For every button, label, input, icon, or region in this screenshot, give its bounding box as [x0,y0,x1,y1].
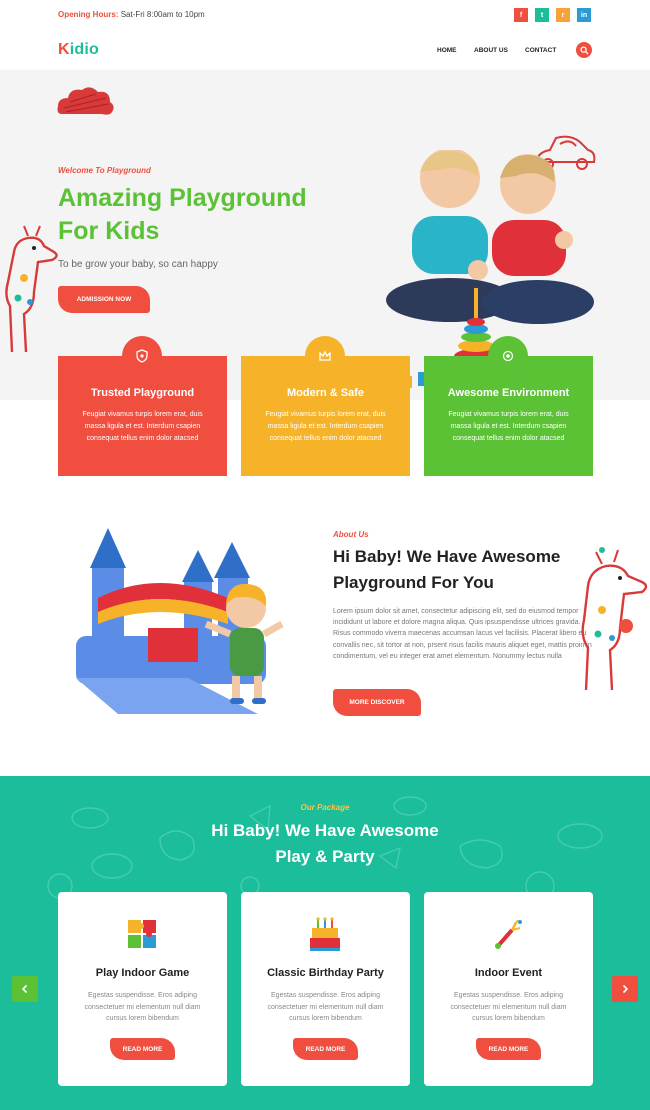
site-header: Kidio HOME ABOUT US CONTACT [0,32,650,70]
feature-card-modern: Modern & Safe Feugiat vivamus turpis lor… [241,336,410,476]
rss-icon[interactable]: r [556,8,570,22]
shield-icon [136,349,148,363]
package-card-indoor-event: Indoor Event Egestas suspendisse. Eros a… [424,892,593,1086]
feature-card-trusted: Trusted Playground Feugiat vivamus turpi… [58,336,227,476]
feature-text: Feugiat vivamus turpis lorem erat, duis … [82,411,203,442]
feature-title: Modern & Safe [286,387,364,399]
top-bar: Opening Hours: Sat-Fri 8:00am to 10pm f … [0,0,650,32]
search-button[interactable] [576,42,592,58]
feature-text: Feugiat vivamus turpis lorem erat, duis … [265,411,386,442]
admission-now-button[interactable]: ADMISSION NOW [58,286,150,313]
nav-about-us[interactable]: ABOUT US [474,47,508,54]
logo[interactable]: Kidio [58,41,99,59]
feature-text: Feugiat vivamus turpis lorem erat, duis … [448,411,569,442]
card-title: Indoor Event [474,967,543,979]
more-discover-button[interactable]: MORE DISCOVER [333,689,421,716]
firework-icon [495,919,522,949]
cloud-doodle [57,87,114,115]
search-icon [579,45,589,55]
package-title: Hi Baby! We Have Awesome Play & Party [0,818,650,870]
package-card-indoor-game: Play Indoor Game Egestas suspendisse. Er… [58,892,227,1086]
package-title-line2: Play & Party [275,847,375,866]
card-text: Egestas suspendisse. Eros adiping consec… [84,992,201,1022]
linkedin-icon[interactable]: in [577,8,591,22]
nav-home[interactable]: HOME [437,47,457,54]
card-text: Egestas suspendisse. Eros adiping consec… [450,992,567,1022]
opening-hours-value: Sat-Fri 8:00am to 10pm [120,10,205,19]
logo-first-letter: K [58,41,70,58]
slider-prev-button[interactable] [12,976,38,1002]
about-text: Lorem ipsum dolor sit amet, consectetur … [333,608,592,660]
opening-hours: Opening Hours: Sat-Fri 8:00am to 10pm [58,10,205,19]
twitter-icon[interactable]: t [535,8,549,22]
about-title-line2: Playground For You [333,573,494,592]
bouncy-castle-image [76,528,284,714]
card-title: Classic Birthday Party [267,967,384,979]
giraffe-doodle-right [581,547,648,691]
about-title-line1: Hi Baby! We Have Awesome [333,547,561,566]
read-more-button[interactable]: READ MORE [476,1038,541,1060]
about-title: Hi Baby! We Have Awesome Playground For … [333,544,593,596]
feature-icon-circle [488,336,528,376]
feature-title: Trusted Playground [90,387,195,399]
read-more-button[interactable]: READ MORE [293,1038,358,1060]
gear-icon [502,350,514,362]
logo-rest: idio [69,41,100,58]
crown-icon [319,350,331,361]
card-title: Play Indoor Game [95,967,190,979]
hero-subtitle: To be grow your baby, so can happy [58,259,218,270]
package-tag: Our Package [300,803,350,812]
opening-hours-label: Opening Hours: [58,10,119,19]
chevron-left-icon [21,984,28,994]
feature-icon-circle [122,336,162,376]
hero-title-line1: Amazing Playground [58,184,307,212]
feature-title: Awesome Environment [447,387,570,399]
hero-title-line2: For Kids [58,217,160,245]
slider-next-button[interactable] [612,976,638,1002]
nav-contact[interactable]: CONTACT [525,47,556,54]
about-tag: About Us [333,530,369,539]
facebook-icon[interactable]: f [514,8,528,22]
feature-card-environment: Awesome Environment Feugiat vivamus turp… [424,336,593,476]
feature-icon-circle [305,336,345,376]
puzzle-icon [128,920,156,948]
chevron-right-icon [622,984,629,994]
read-more-button[interactable]: READ MORE [110,1038,175,1060]
hero-title: Amazing Playground For Kids [58,182,358,248]
hero-tag: Welcome To Playground [58,166,151,175]
cake-icon [310,917,340,951]
package-card-birthday: Classic Birthday Party Egestas suspendis… [241,892,410,1086]
card-text: Egestas suspendisse. Eros adiping consec… [267,992,384,1022]
package-title-line1: Hi Baby! We Have Awesome [211,821,439,840]
